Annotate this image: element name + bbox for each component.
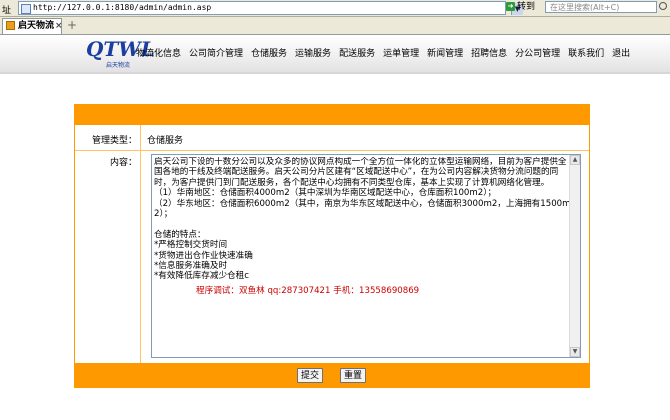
tab-qitian[interactable]: 启天物流 × xyxy=(2,18,63,34)
content-body: 启天公司下设的十数分公司以及众多的协议网点构成一个全方位一体化的立体型运输网络，… xyxy=(154,157,571,282)
nav-item-waybill[interactable]: 运单管理 xyxy=(383,49,419,59)
nav-item-contact[interactable]: 联系我们 xyxy=(568,49,604,59)
search-input[interactable]: 在这里搜索(Alt+C) xyxy=(545,1,657,13)
type-value: 仓储服务 xyxy=(147,136,184,146)
edit-form: 管理类型： 仓储服务 内容： 启天公司下设的十数分公司以及众多的协议网点构成一个… xyxy=(74,104,590,388)
close-icon[interactable]: × xyxy=(55,19,63,34)
type-row: 管理类型： 仓储服务 xyxy=(75,125,589,151)
textarea-scrollbar[interactable]: ▲ ▼ xyxy=(569,155,580,357)
content-row: 内容： 启天公司下设的十数分公司以及众多的协议网点构成一个全方位一体化的立体型运… xyxy=(75,151,589,363)
url-input[interactable]: http://127.0.0.1:8180/admin/admin.asp ▼ xyxy=(18,1,523,15)
type-label: 管理类型： xyxy=(91,136,137,146)
nav-item-transport[interactable]: 运输服务 xyxy=(295,49,331,59)
submit-button[interactable]: 提交 xyxy=(297,368,323,383)
tab-title: 启天物流 xyxy=(18,21,55,31)
search-icon[interactable] xyxy=(659,2,667,10)
logo-text: QTWL xyxy=(86,37,155,61)
nav-item-news[interactable]: 新闻管理 xyxy=(427,49,463,59)
address-label: 址 xyxy=(2,6,12,16)
page-icon xyxy=(21,4,31,14)
new-tab-icon[interactable]: + xyxy=(66,19,78,31)
nav-item-logistics-info[interactable]: 物流化信息 xyxy=(136,49,181,59)
content-text: 启天公司下设的十数分公司以及众多的协议网点构成一个全方位一体化的立体型运输网络，… xyxy=(153,157,572,355)
form-header-bar xyxy=(75,105,589,125)
go-arrow-icon: ➜ xyxy=(506,2,515,11)
credit-text: 程序调试：双鱼林 qq:287307421 手机：13558690869 xyxy=(196,285,420,296)
tab-favicon-icon xyxy=(6,21,15,30)
site-header: QTWL 启天物流 物流化信息 公司简介管理 仓储服务 运输服务 配送服务 运单管理 新闻管… xyxy=(0,35,670,74)
nav-item-company-intro[interactable]: 公司简介管理 xyxy=(189,49,243,59)
main-nav: 物流化信息 公司简介管理 仓储服务 运输服务 配送服务 运单管理 新闻管理 招聘信息 分公司管理… xyxy=(136,46,638,60)
nav-item-branches[interactable]: 分公司管理 xyxy=(515,49,560,59)
address-bar: 址 http://127.0.0.1:8180/admin/admin.asp … xyxy=(0,0,670,17)
logo-subtitle: 启天物流 xyxy=(106,62,131,69)
nav-item-delivery[interactable]: 配送服务 xyxy=(339,49,375,59)
url-text: http://127.0.0.1:8180/admin/admin.asp xyxy=(33,3,212,12)
nav-item-recruit[interactable]: 招聘信息 xyxy=(471,49,507,59)
reset-button[interactable]: 重置 xyxy=(340,368,366,383)
logo: QTWL 启天物流 xyxy=(86,37,155,69)
scroll-up-icon[interactable]: ▲ xyxy=(570,155,580,165)
tab-bar: 启天物流 × + xyxy=(0,17,670,35)
go-button[interactable]: ➜ 转到 xyxy=(506,1,542,14)
go-label: 转到 xyxy=(517,2,536,12)
scroll-down-icon[interactable]: ▼ xyxy=(570,347,580,357)
form-footer-bar: 提交 重置 xyxy=(75,363,589,387)
nav-item-logout[interactable]: 退出 xyxy=(612,49,630,59)
content-label: 内容： xyxy=(109,158,137,168)
content-textarea[interactable]: 启天公司下设的十数分公司以及众多的协议网点构成一个全方位一体化的立体型运输网络，… xyxy=(151,154,581,358)
nav-item-storage[interactable]: 仓储服务 xyxy=(251,49,287,59)
